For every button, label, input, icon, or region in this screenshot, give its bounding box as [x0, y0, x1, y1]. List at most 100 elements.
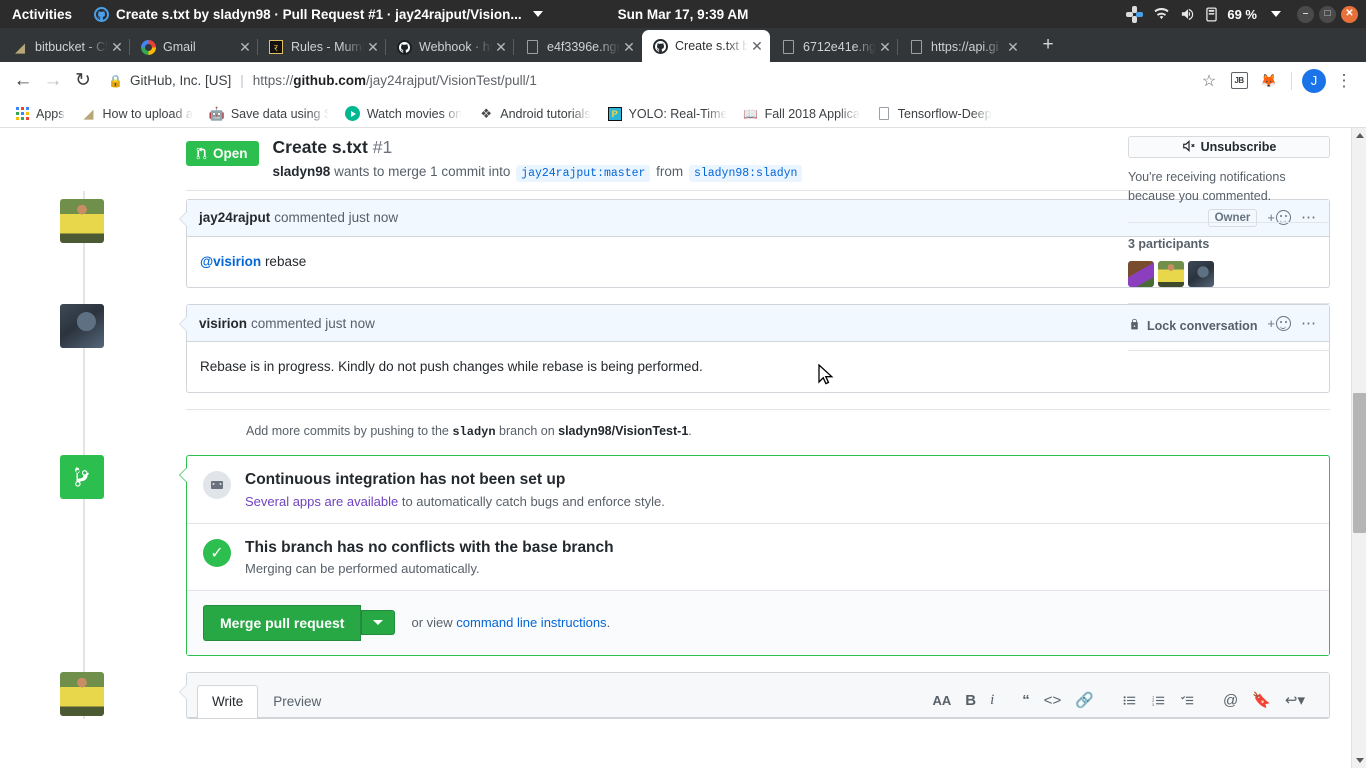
bookmark-star-icon[interactable]: ☆	[1195, 67, 1223, 95]
saved-reply-icon[interactable]: 🔖	[1252, 693, 1271, 708]
bookmark-how-to-upload[interactable]: ◢ How to upload a	[73, 106, 201, 122]
comment-author[interactable]: jay24rajput	[199, 210, 270, 225]
browser-tab-2[interactable]: र Rules - Mumba ✕	[257, 32, 386, 62]
scrollbar-thumb[interactable]	[1353, 393, 1366, 533]
wifi-icon[interactable]	[1153, 7, 1170, 21]
bookmark-tensorflow[interactable]: Tensorflow-Deep	[868, 106, 1000, 122]
bookmark-yolo[interactable]: P YOLO: Real-Time	[599, 106, 735, 122]
lock-conversation-button[interactable]: Lock conversation	[1128, 318, 1330, 334]
tab-close-icon[interactable]: ✕	[236, 40, 254, 54]
maximize-button[interactable]: □	[1319, 5, 1336, 23]
bold-icon[interactable]: B	[965, 693, 976, 708]
link-icon[interactable]: 🔗	[1075, 693, 1094, 708]
avatar[interactable]	[60, 304, 104, 349]
address-bar[interactable]: 🔒 GitHub, Inc. [US] | https:// github.co…	[104, 68, 1195, 94]
battery-icon[interactable]	[1206, 6, 1218, 22]
toolbar-group-extras: @ 🔖 ↩▾	[1209, 693, 1319, 708]
comment-editor: Write Preview AA B i “ <> 🔗 1 2 3 @ 🔖 ↩▾	[179, 671, 1330, 719]
scroll-down-icon[interactable]	[1352, 753, 1366, 768]
profile-avatar[interactable]: J	[1300, 67, 1328, 95]
merge-options-dropdown[interactable]	[361, 610, 396, 636]
avatar[interactable]	[60, 671, 104, 716]
pr-author[interactable]: sladyn98	[273, 164, 331, 179]
slack-icon[interactable]	[1126, 5, 1144, 23]
svg-text:3: 3	[1152, 701, 1155, 706]
command-line-instructions-link[interactable]: command line instructions	[456, 615, 606, 630]
tab-close-icon[interactable]: ✕	[620, 40, 638, 54]
participant-avatar[interactable]	[1128, 260, 1154, 287]
clock[interactable]: Sun Mar 17, 9:39 AM	[618, 7, 749, 22]
code-icon[interactable]: <>	[1044, 693, 1062, 708]
browser-tab-4[interactable]: e4f3396e.ngro ✕	[513, 32, 642, 62]
base-branch-chip[interactable]: jay24rajput:master	[516, 164, 651, 182]
vertical-scrollbar[interactable]	[1351, 128, 1366, 768]
ci-subtitle-rest: to automatically catch bugs and enforce …	[398, 493, 665, 509]
chevron-down-icon-tray[interactable]	[1271, 11, 1281, 17]
chrome-menu-icon[interactable]: ⋮	[1330, 67, 1358, 95]
pr-sidebar: Unsubscribe You're receiving notificatio…	[1128, 128, 1330, 365]
participant-avatar[interactable]	[1188, 260, 1214, 287]
unsubscribe-button[interactable]: Unsubscribe	[1128, 136, 1330, 158]
diamond-icon: ❖	[480, 105, 493, 121]
browser-tab-1[interactable]: Gmail ✕	[129, 32, 258, 62]
merge-pull-request-button[interactable]: Merge pull request	[203, 604, 362, 641]
tab-preview[interactable]: Preview	[258, 685, 336, 717]
back-button[interactable]: ←	[8, 66, 38, 96]
reply-icon[interactable]: ↩▾	[1285, 693, 1305, 708]
tab-close-icon[interactable]: ✕	[876, 40, 894, 54]
window-title-text: Create s.txt by sladyn98 · Pull Request …	[116, 6, 522, 22]
avatar[interactable]	[60, 198, 104, 243]
mention-icon[interactable]: @	[1223, 693, 1238, 708]
volume-icon[interactable]	[1180, 7, 1196, 21]
tab-close-icon[interactable]: ✕	[492, 40, 510, 54]
heading-icon[interactable]: AA	[932, 694, 951, 707]
browser-tab-3[interactable]: Webhook · htt ✕	[385, 32, 514, 62]
or-view-text: or view command line instructions.	[411, 615, 610, 630]
bookmark-save-data[interactable]: 🤖 Save data using S	[201, 106, 337, 122]
fox-extension-icon[interactable]: 🦊	[1255, 67, 1283, 95]
browser-tab-6[interactable]: 6712e41e.ngr ✕	[770, 32, 898, 62]
unordered-list-icon[interactable]	[1122, 694, 1137, 707]
bookmark-android-tutorials[interactable]: ❖ Android tutorials	[470, 106, 598, 122]
comment-text: rebase	[261, 253, 307, 269]
url-separator: |	[240, 73, 244, 88]
head-branch-chip[interactable]: sladyn98:sladyn	[688, 164, 803, 182]
pr-title-block: Create s.txt #1 sladyn98 wants to merge …	[273, 137, 805, 182]
mention-link[interactable]: @visirion	[200, 254, 261, 269]
activities-button[interactable]: Activities	[6, 7, 82, 22]
browser-tab-0[interactable]: ◢ bitbucket - Clo ✕	[2, 32, 130, 62]
chevron-down-icon[interactable]	[532, 11, 543, 17]
tab-close-icon[interactable]: ✕	[108, 40, 126, 54]
ci-status-text: Continuous integration has not been set …	[245, 470, 665, 508]
browser-tab-5-active[interactable]: Create s.txt by ✕	[642, 30, 770, 62]
tab-title: Gmail	[163, 40, 196, 54]
reload-button[interactable]: ↻	[68, 66, 98, 96]
italic-icon[interactable]: i	[990, 692, 994, 708]
bookmark-fall-2018[interactable]: 📖 Fall 2018 Applica	[735, 106, 868, 122]
ordered-list-icon[interactable]: 123	[1151, 694, 1166, 707]
forward-button[interactable]: →	[38, 66, 68, 96]
bookmark-apps[interactable]: Apps	[6, 106, 73, 122]
scroll-up-icon[interactable]	[1352, 128, 1366, 143]
tab-title: e4f3396e.ngro	[547, 40, 620, 54]
comment-author[interactable]: visirion	[199, 316, 247, 331]
tab-close-icon[interactable]: ✕	[1004, 40, 1022, 54]
jetbrains-extension-icon[interactable]: JB	[1225, 67, 1253, 95]
quote-icon[interactable]: “	[1022, 693, 1030, 708]
new-tab-button[interactable]: +	[1034, 32, 1062, 60]
push-note-prefix: Add more commits by pushing to the	[246, 424, 453, 439]
participant-avatar[interactable]	[1158, 260, 1184, 287]
active-window-title[interactable]: Create s.txt by sladyn98 · Pull Request …	[94, 6, 543, 22]
browser-tab-7[interactable]: https://api.gi ✕	[897, 32, 1026, 62]
battery-percent: 69 %	[1227, 6, 1257, 22]
task-list-icon[interactable]	[1180, 694, 1195, 707]
tab-close-icon[interactable]: ✕	[364, 40, 382, 54]
minimize-button[interactable]: –	[1297, 5, 1314, 23]
several-apps-link[interactable]: Several apps are available	[245, 494, 398, 509]
close-button[interactable]: ✕	[1341, 5, 1358, 23]
pr-merge-text: wants to merge 1 commit into	[334, 163, 511, 179]
tab-write[interactable]: Write	[197, 684, 259, 718]
tab-close-icon[interactable]: ✕	[748, 39, 766, 53]
merge-actions: Merge pull request or view command line …	[187, 590, 1329, 655]
bookmark-watch-movies[interactable]: Watch movies on	[337, 106, 470, 122]
